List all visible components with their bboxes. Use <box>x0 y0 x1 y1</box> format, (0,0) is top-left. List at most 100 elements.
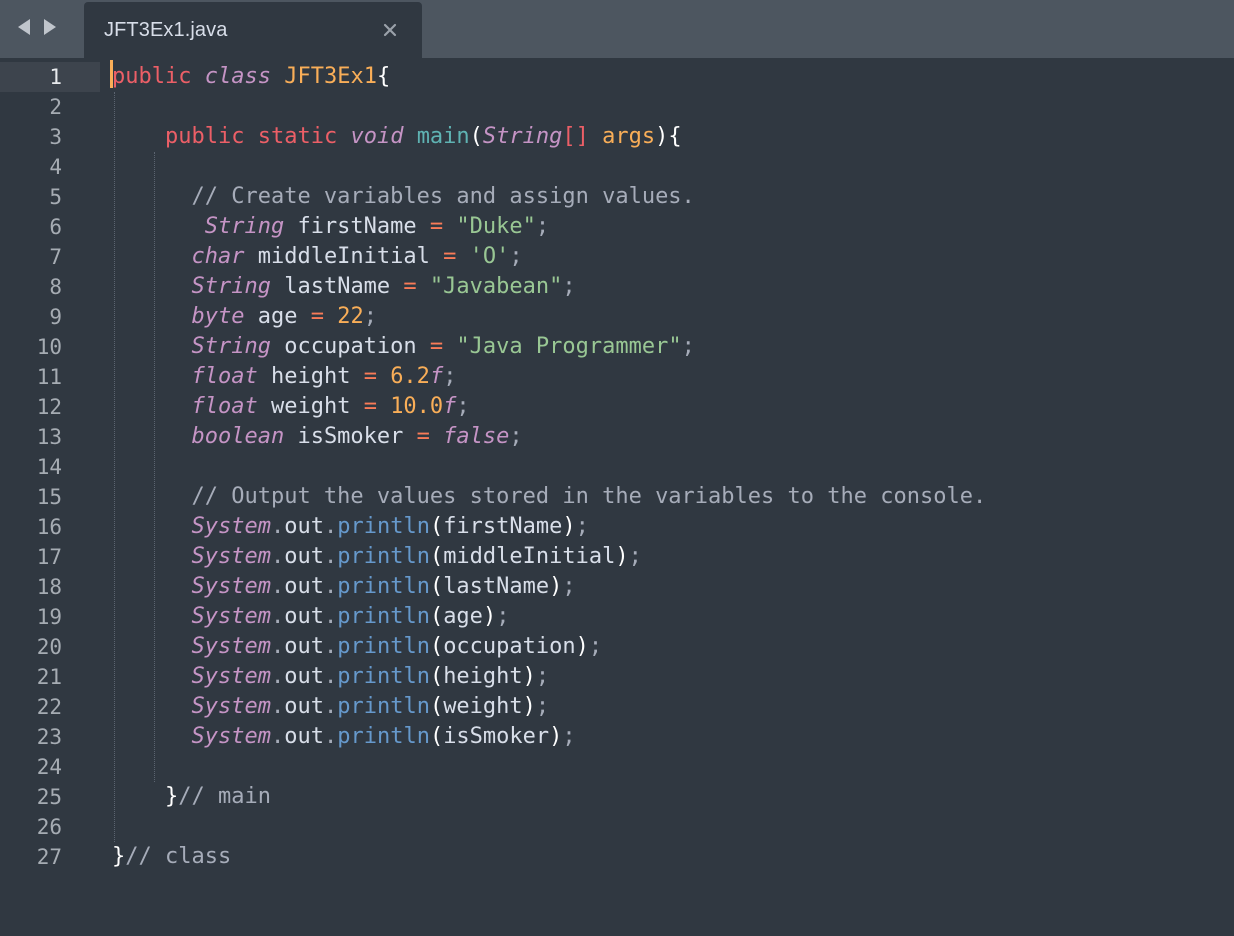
code-token: System <box>191 514 271 539</box>
indent-guide <box>154 152 155 782</box>
code-token: main <box>416 124 470 149</box>
code-area[interactable]: public class JFT3Ex1{ public static void… <box>112 58 1222 936</box>
code-token: void <box>350 124 404 149</box>
triangle-left-icon[interactable] <box>14 15 34 39</box>
code-editor[interactable]: 1 2 3 4 5 6 7 8 9 10 11 12 13 14 15 16 17 18 19 20 21 22 23 24 2… <box>0 58 1234 936</box>
code-token: // main <box>178 784 271 809</box>
code-token: . <box>270 604 285 629</box>
code-token: System <box>191 604 271 629</box>
line-number-text: 16 <box>36 515 62 539</box>
code-token: println <box>337 694 430 719</box>
line-number: 3 <box>0 122 100 152</box>
code-token: height <box>257 364 364 389</box>
code-token: ( <box>429 634 444 659</box>
line-number-text: 13 <box>36 425 62 449</box>
code-token: "Java Programmer" <box>456 334 682 359</box>
code-token: = <box>403 274 417 299</box>
tab-bar: JFT3Ex1.java <box>0 0 1234 58</box>
code-token: . <box>323 664 338 689</box>
tab-jft3ex1[interactable]: JFT3Ex1.java <box>84 2 422 58</box>
code-line: System.out.println(middleInitial); <box>112 542 641 572</box>
code-token: ) <box>482 604 497 629</box>
code-token: println <box>337 574 430 599</box>
code-token: ) <box>522 664 536 689</box>
code-token: ; <box>443 364 457 389</box>
close-icon[interactable] <box>380 19 400 41</box>
line-number-text: 23 <box>36 725 62 749</box>
code-token: firstName <box>443 514 563 539</box>
code-token: "Javabean" <box>429 274 563 299</box>
code-token: println <box>337 544 430 569</box>
code-token: . <box>323 634 338 659</box>
line-number-text: 6 <box>49 215 62 239</box>
line-number: 24 <box>0 752 100 782</box>
code-token: ; <box>509 424 523 449</box>
code-token: ; <box>562 724 576 749</box>
code-token: ( <box>469 124 483 149</box>
code-token: = <box>310 304 324 329</box>
code-token: weight <box>443 694 523 719</box>
code-token: out <box>284 694 324 719</box>
code-token: String <box>191 334 271 359</box>
code-token: float <box>191 394 258 419</box>
code-token: 6.2 <box>390 364 430 389</box>
line-number-text: 15 <box>36 485 62 509</box>
line-number: 27 <box>0 842 100 872</box>
line-number: 4 <box>0 152 100 182</box>
code-token: public <box>164 124 245 149</box>
code-token: boolean <box>191 424 285 449</box>
code-line: // Create variables and assign values. <box>112 182 694 212</box>
line-number: 14 <box>0 452 100 482</box>
code-token: System <box>191 544 271 569</box>
code-token: . <box>323 604 338 629</box>
code-token: String <box>482 124 563 149</box>
code-token: . <box>270 544 285 569</box>
code-line: byte age = 22; <box>112 302 377 332</box>
code-token: byte <box>191 304 245 329</box>
code-token: . <box>323 694 338 719</box>
code-token: ; <box>363 304 377 329</box>
line-number-text: 14 <box>36 455 62 479</box>
code-token: out <box>284 664 324 689</box>
code-token: ) <box>522 694 536 719</box>
code-token: isSmoker <box>443 724 550 749</box>
code-token: middleInitial <box>443 544 616 569</box>
code-token: lastName <box>443 574 550 599</box>
code-line: // Output the values stored in the varia… <box>112 482 986 512</box>
line-number-text: 10 <box>36 335 62 359</box>
code-line: float weight = 10.0f; <box>112 392 469 422</box>
line-number: 11 <box>0 362 100 392</box>
code-token: float <box>191 364 258 389</box>
line-number-text: 12 <box>36 395 62 419</box>
triangle-right-icon[interactable] <box>40 15 60 39</box>
code-line: String occupation = "Java Programmer"; <box>112 332 694 362</box>
code-token: ; <box>535 664 550 689</box>
code-token: ) <box>549 724 563 749</box>
code-token: [] <box>562 124 589 149</box>
line-number: 6 <box>0 212 100 242</box>
code-line: boolean isSmoker = false; <box>112 422 523 452</box>
code-line: }// main <box>112 782 271 812</box>
code-token: occupation <box>443 634 576 659</box>
code-line: String lastName = "Javabean"; <box>112 272 575 302</box>
code-token: println <box>337 724 430 749</box>
line-number-text: 1 <box>49 65 62 89</box>
code-token: = <box>443 244 457 269</box>
code-token: ; <box>509 244 523 269</box>
line-number-text: 22 <box>36 695 62 719</box>
code-token: // class <box>125 844 232 869</box>
code-token: ){ <box>655 124 682 149</box>
